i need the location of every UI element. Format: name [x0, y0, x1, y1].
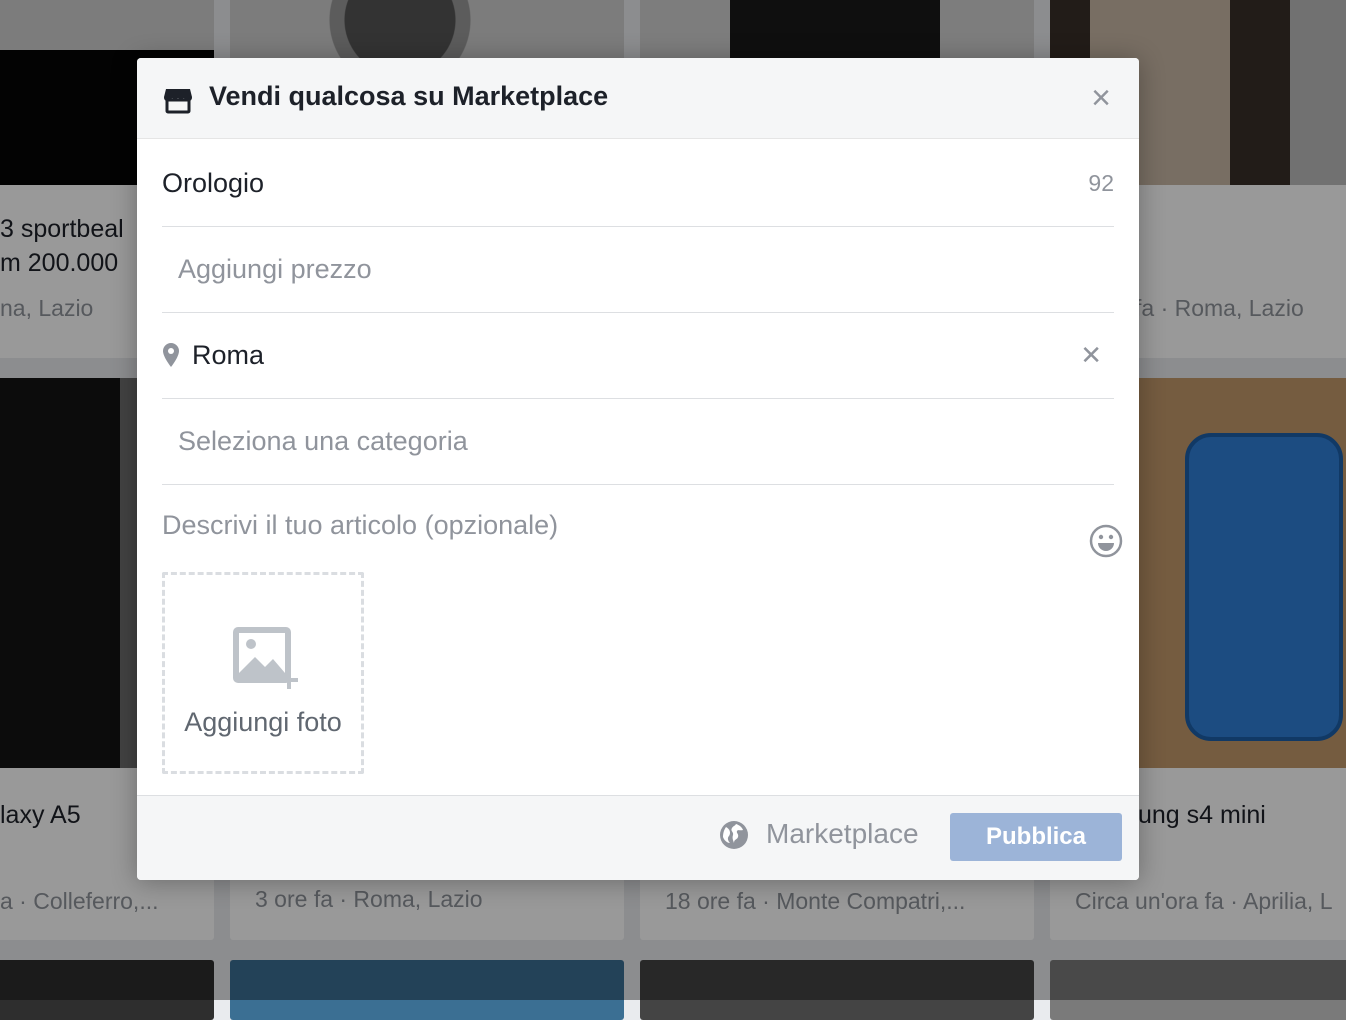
dialog-title: Vendi qualcosa su Marketplace [209, 81, 609, 111]
sell-dialog: Vendi qualcosa su Marketplace × Orologio… [137, 58, 1139, 880]
audience-selector[interactable]: Marketplace [766, 818, 919, 850]
emoji-icon[interactable] [1089, 524, 1123, 558]
price-field[interactable]: Aggiungi prezzo [162, 226, 1114, 313]
title-input[interactable]: Orologio [162, 166, 264, 200]
add-photo-icon [233, 627, 298, 689]
clear-location-icon[interactable]: ✕ [1080, 340, 1102, 371]
category-field[interactable]: Seleziona una categoria [162, 398, 1114, 485]
location-pin-icon [163, 343, 179, 367]
description-input[interactable]: Descrivi il tuo articolo (opzionale) [162, 510, 558, 541]
location-input[interactable]: Roma [192, 338, 264, 372]
add-photo-button[interactable]: Aggiungi foto [162, 572, 364, 774]
title-field[interactable]: Orologio 92 [162, 140, 1114, 227]
category-select[interactable]: Seleziona una categoria [178, 424, 468, 458]
dialog-footer: Marketplace Pubblica [137, 795, 1139, 880]
add-photo-label: Aggiungi foto [184, 707, 342, 737]
char-counter: 92 [1088, 170, 1114, 196]
location-field[interactable]: Roma ✕ [162, 312, 1114, 399]
price-input[interactable]: Aggiungi prezzo [178, 252, 372, 286]
publish-button[interactable]: Pubblica [950, 813, 1122, 861]
dialog-header: Vendi qualcosa su Marketplace × [137, 58, 1139, 139]
store-icon [163, 89, 193, 114]
globe-icon[interactable] [719, 820, 749, 850]
close-icon[interactable]: × [1087, 81, 1115, 115]
